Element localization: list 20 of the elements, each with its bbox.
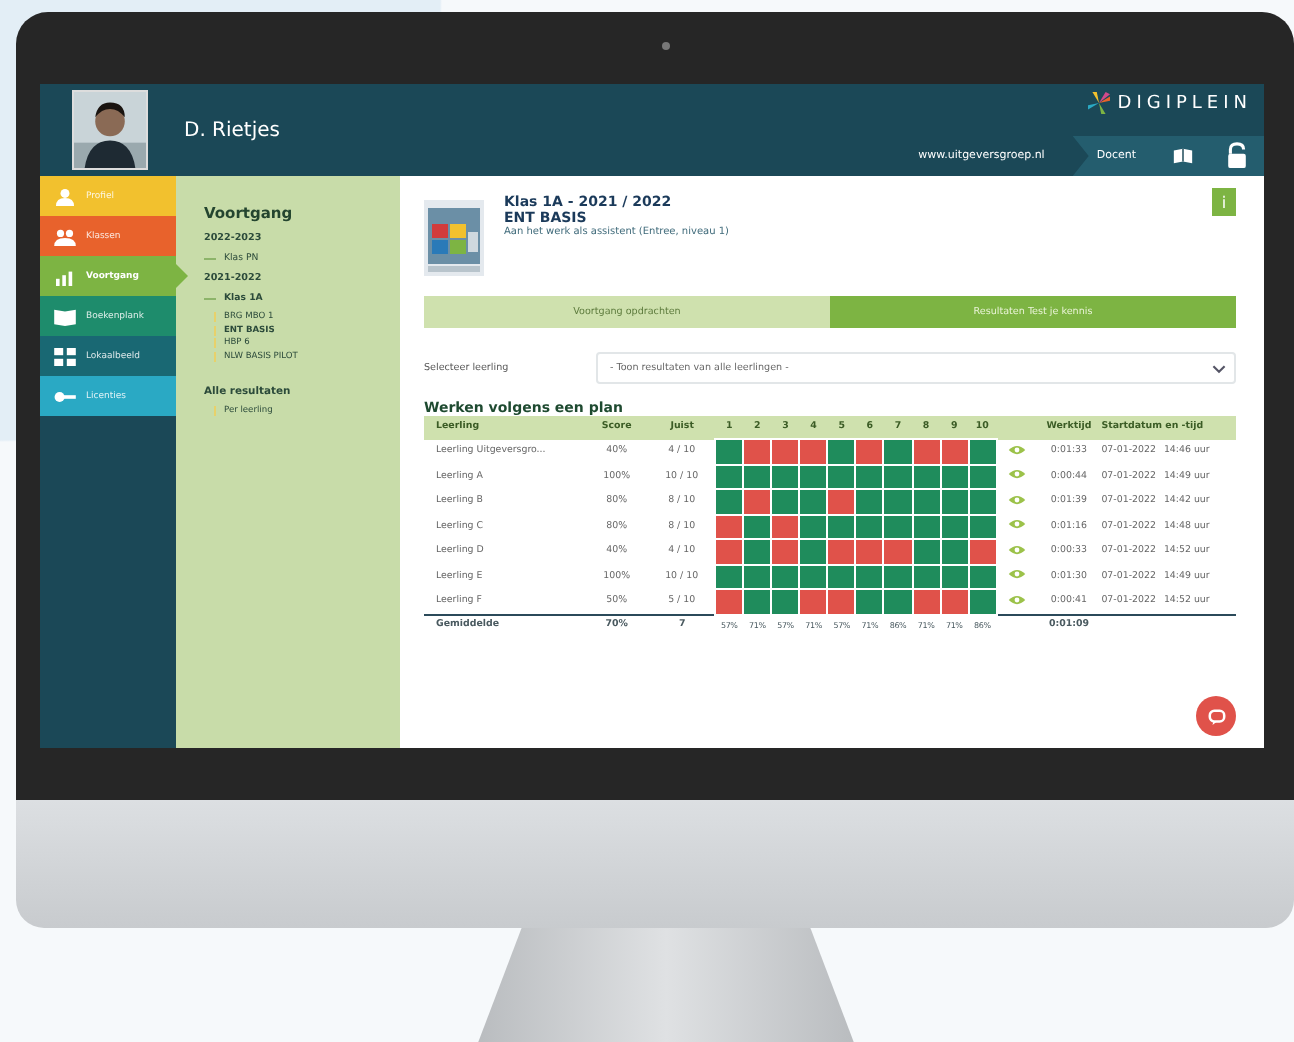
user-name: D. Rietjes — [184, 119, 280, 141]
book-icon — [54, 307, 76, 325]
chat-button[interactable] — [1196, 696, 1236, 736]
lock-icon[interactable] — [1210, 136, 1264, 176]
key-icon — [54, 387, 76, 405]
chat-icon — [1207, 707, 1225, 725]
brand-name: DIGIPLEIN — [1117, 93, 1252, 113]
group-icon — [54, 227, 76, 245]
person-icon — [54, 187, 76, 205]
chevron-icon — [1212, 363, 1226, 373]
eye-icon[interactable] — [1007, 568, 1026, 581]
eye-icon[interactable] — [1007, 468, 1026, 481]
logo-icon — [1087, 92, 1110, 114]
eye-icon[interactable] — [1007, 593, 1026, 605]
eye-icon[interactable] — [1007, 518, 1026, 531]
chart-icon — [54, 267, 76, 285]
eye-icon[interactable] — [1007, 443, 1026, 456]
camera-icon — [662, 42, 670, 50]
eye-icon[interactable] — [1007, 493, 1026, 506]
eye-icon[interactable] — [1007, 543, 1026, 556]
